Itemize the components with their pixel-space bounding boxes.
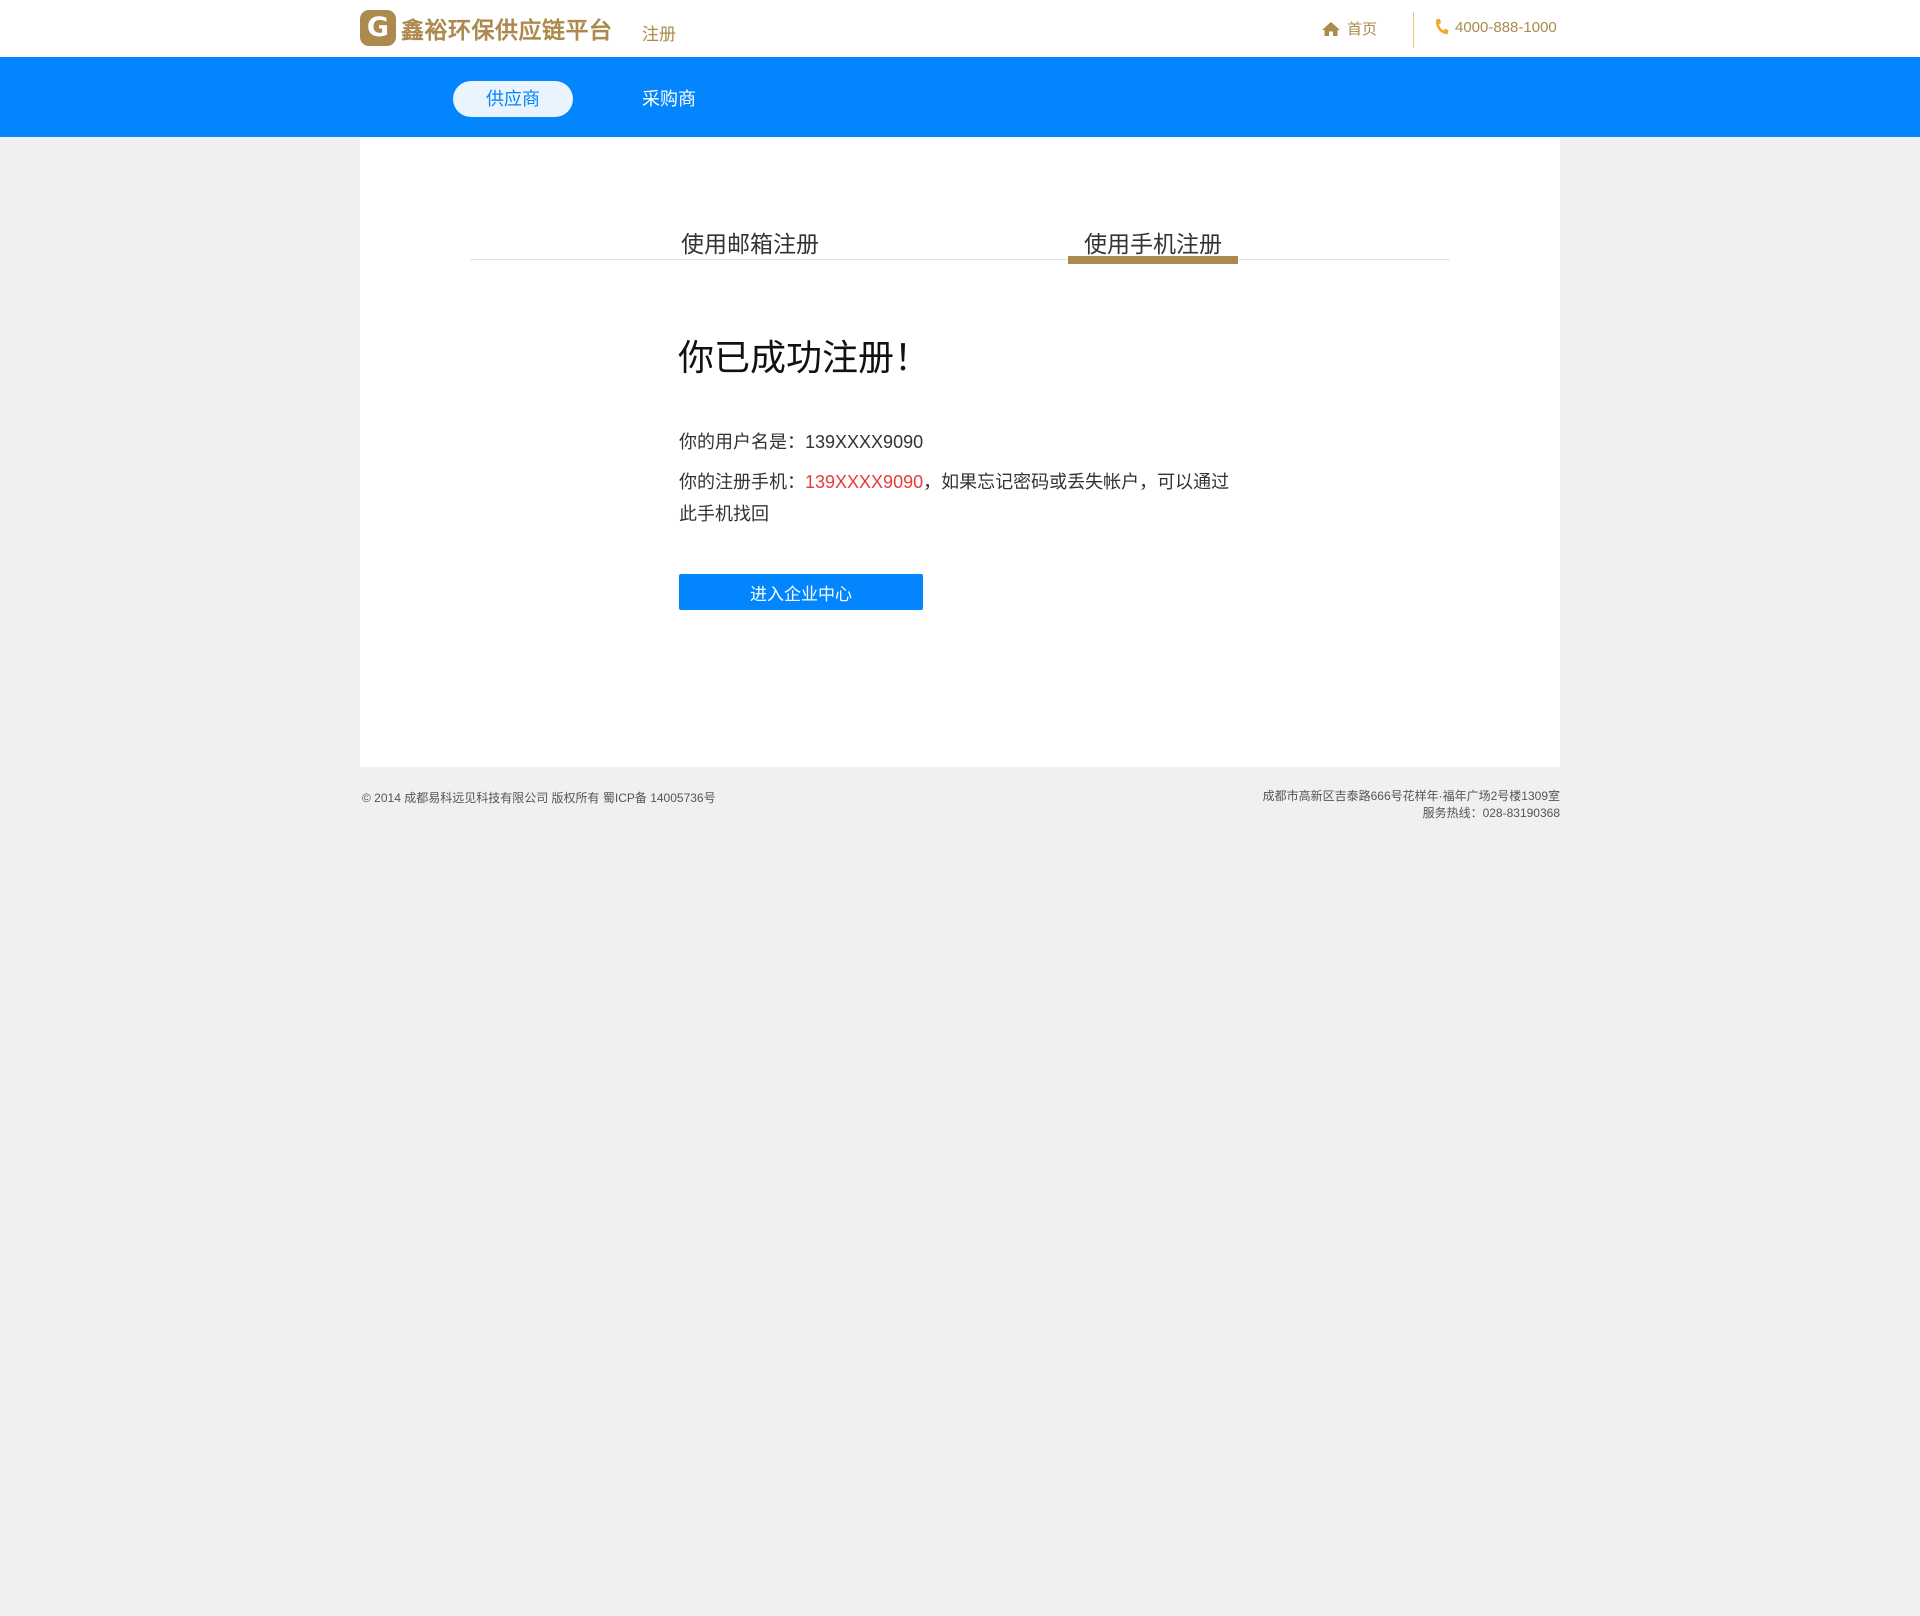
username-line: 你的用户名是：139XXXX9090 xyxy=(679,428,923,454)
enter-enterprise-center-button[interactable]: 进入企业中心 xyxy=(679,574,923,610)
tab-purchaser[interactable]: 采购商 xyxy=(624,81,714,117)
footer-address: 成都市高新区吉泰路666号花样年·福年广场2号楼1309室 xyxy=(1262,789,1560,803)
role-nav: 供应商 采购商 xyxy=(0,57,1920,137)
footer-copyright: © 2014 成都易科远见科技有限公司 版权所有 蜀ICP备 14005736号 xyxy=(362,791,716,805)
hotline-number: 4000-888-1000 xyxy=(1455,18,1557,36)
success-title: 你已成功注册！ xyxy=(678,337,931,378)
page-label: 注册 xyxy=(642,25,676,44)
phone-icon xyxy=(1435,19,1449,35)
home-label: 首页 xyxy=(1347,21,1378,38)
logo-text: 鑫裕环保供应链平台 xyxy=(401,17,613,43)
tab-email-register[interactable]: 使用邮箱注册 xyxy=(670,225,830,259)
username-value: 139XXXX9090 xyxy=(805,432,924,452)
home-link[interactable]: 首页 xyxy=(1321,18,1377,39)
tab-supplier[interactable]: 供应商 xyxy=(453,81,573,117)
footer-contact: 成都市高新区吉泰路666号花样年·福年广场2号楼1309室 服务热线：028-8… xyxy=(1263,788,1560,822)
tab-phone-register[interactable]: 使用手机注册 xyxy=(1068,225,1238,264)
phone-value: 139XXXX9090 xyxy=(805,472,924,492)
home-icon xyxy=(1322,21,1340,36)
header-divider xyxy=(1413,12,1414,48)
phone-line: 你的注册手机：139XXXX9090，如果忘记密码或丢失帐户，可以通过此手机找回 xyxy=(679,466,1239,530)
hotline: 4000-888-1000 xyxy=(1434,18,1557,36)
register-card: 使用邮箱注册 使用手机注册 你已成功注册！ 你的用户名是：139XXXX9090… xyxy=(360,137,1560,767)
logo-badge: G xyxy=(360,10,396,46)
footer-service-hotline: 服务热线：028-83190368 xyxy=(1422,806,1560,820)
register-method-tabs: 使用邮箱注册 使用手机注册 xyxy=(470,225,1450,264)
username-label: 你的用户名是： xyxy=(679,432,805,452)
site-logo[interactable]: G 鑫裕环保供应链平台 xyxy=(360,10,613,46)
top-header: G 鑫裕环保供应链平台 注册 首页 4000-888-1000 xyxy=(0,0,1920,57)
phone-label: 你的注册手机： xyxy=(679,472,805,492)
